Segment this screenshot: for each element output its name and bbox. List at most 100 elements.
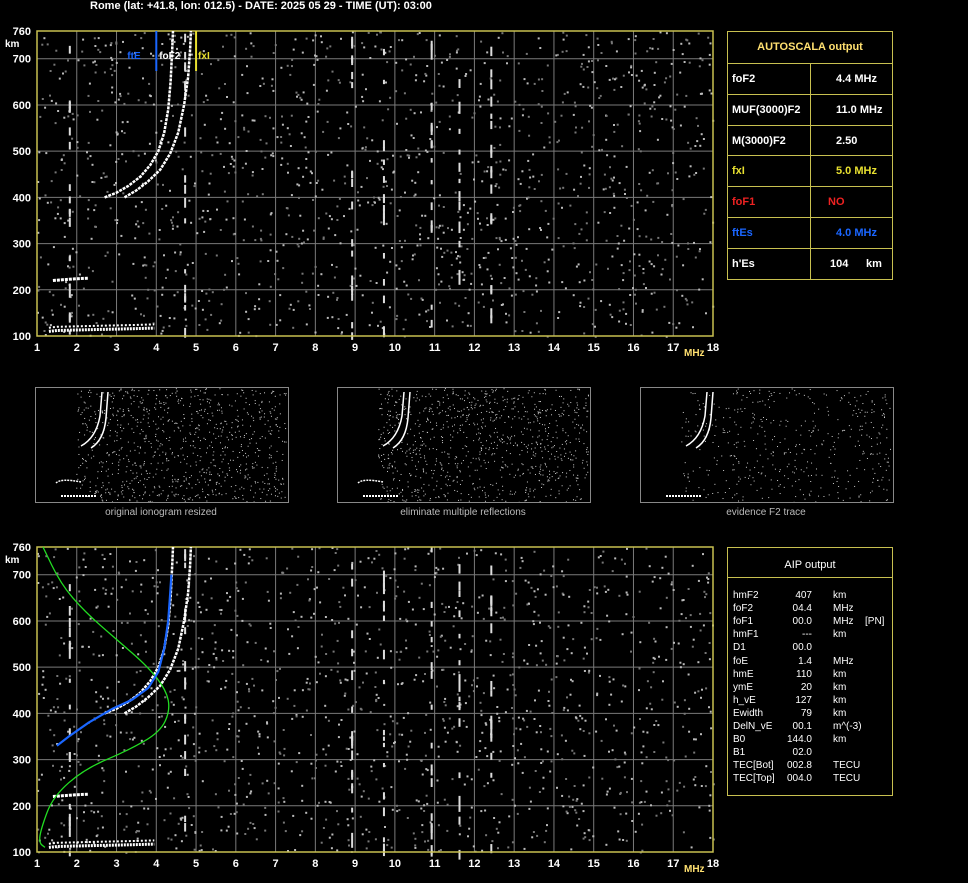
aip-row-key: hmE (733, 668, 754, 680)
y-tick-label: 300 (13, 239, 31, 251)
aip-row-key: hmF1 (733, 629, 759, 641)
aip-row-value: 04.4 (792, 603, 812, 615)
aip-row-value: 004.0 (786, 773, 812, 785)
autoscala-row-value: 5.0 MHz (836, 165, 877, 178)
x-tick-label: 10 (389, 858, 401, 870)
x-tick-label: 13 (508, 858, 520, 870)
thumbnail-ionogram (337, 387, 591, 503)
y-tick-label: 500 (13, 146, 31, 158)
thumbnail-caption: eliminate multiple reflections (400, 507, 526, 518)
aip-row-key: TEC[Bot] (733, 760, 774, 772)
trace-e-layer (48, 842, 155, 849)
aip-row-value: 02.0 (792, 747, 812, 759)
aip-row-value: 1.4 (798, 655, 812, 667)
x-tick-label: 15 (588, 858, 600, 870)
x-tick-label: 3 (113, 342, 119, 354)
autoscala-row-unit: km (866, 257, 882, 270)
autoscala-row-label: ftEs (732, 227, 753, 239)
aip-row-key: foF1 (733, 616, 754, 628)
aip-row-key: TEC[Top] (733, 773, 775, 785)
thumbnail-ionogram (35, 387, 289, 503)
aip-row-value: 407 (795, 590, 812, 601)
aip-row-value: 79 (800, 707, 812, 719)
x-tick-label: 1 (34, 342, 40, 354)
aip-row-value: 144.0 (786, 734, 812, 746)
x-tick-label: 7 (273, 342, 279, 354)
x-tick-label: 4 (153, 342, 160, 354)
y-tick-label: 100 (13, 331, 31, 343)
trace-o-f2 (104, 546, 175, 715)
x-tick-label: 10 (389, 342, 401, 354)
x-tick-label: 2 (74, 342, 80, 354)
x-axis-label: MHz (684, 864, 705, 875)
ionogram-autoscala-chart: 1 2 3 4 5 6 7 8 9 10 11 12 13 14 15 16 17 181002003004005… (5, 26, 719, 359)
x-tick-label: 17 (667, 342, 679, 354)
x-tick-label: 12 (468, 858, 480, 870)
aip-row-extra: [PN] (865, 616, 885, 628)
x-tick-label: 8 (312, 342, 318, 354)
y-axis-label: km (5, 39, 20, 50)
y-tick-label: 200 (13, 285, 31, 297)
y-tick-label: 760 (13, 26, 31, 38)
autoscala-title: AUTOSCALA output (757, 41, 863, 53)
aip-row-unit: km (833, 694, 847, 706)
aip-row-key: h_vE (733, 694, 756, 706)
y-tick-label: 600 (13, 100, 31, 112)
aip-row-value: 127 (795, 694, 812, 706)
x-tick-label: 8 (312, 858, 318, 870)
aip-row-key: hmF2 (733, 590, 759, 601)
x-tick-label: 7 (273, 858, 279, 870)
autoscala-row-value: 4.0 MHz (836, 227, 877, 239)
autoscala-row-value: 104 (830, 257, 849, 270)
aip-row-unit: km (833, 734, 847, 746)
aip-row-unit: km (833, 629, 847, 641)
aip-row-unit: TECU (833, 760, 861, 772)
noise-points (37, 31, 715, 340)
y-tick-label: 300 (13, 755, 31, 767)
x-tick-label: 18 (707, 858, 719, 870)
aip-row-unit: km (833, 707, 847, 719)
aip-row-value: 00.1 (792, 721, 812, 732)
aip-row-unit: MHz (833, 616, 854, 628)
y-tick-label: 600 (13, 616, 31, 628)
aip-row-key: foE (733, 655, 749, 667)
aip-row-unit: MHz (833, 655, 854, 667)
y-axis-label: km (5, 555, 20, 566)
autoscala-row-value: 11.0 MHz (836, 103, 883, 116)
header-title: Rome (lat: +41.8, lon: 012.5) - DATE: 20… (90, 0, 432, 12)
x-tick-label: 11 (429, 858, 441, 870)
x-tick-label: 15 (588, 342, 600, 354)
x-tick-label: 5 (193, 858, 199, 870)
trace-x-f2 (123, 546, 193, 715)
thumbnail-ionogram (640, 387, 894, 503)
aip-row-unit: km (833, 590, 847, 601)
marker-label: fxI (198, 51, 210, 62)
x-tick-label: 16 (627, 342, 639, 354)
autoscala-row-value: 2.50 (836, 134, 858, 147)
x-tick-label: 11 (429, 342, 441, 354)
autoscala-row-label: M(3000)F2 (732, 134, 786, 147)
x-tick-label: 2 (74, 858, 80, 870)
autoscala-row-value: 4.4 MHz (836, 73, 877, 85)
aip-row-key: D1 (733, 642, 746, 654)
x-tick-label: 4 (153, 858, 160, 870)
x-tick-label: 3 (113, 858, 119, 870)
trace-es-second (52, 276, 89, 282)
x-tick-label: 18 (707, 342, 719, 354)
aip-row-unit: m^(-3) (833, 721, 862, 732)
aip-row-key: ymE (733, 681, 753, 693)
autoscala-row-value: NO (828, 196, 845, 209)
x-tick-label: 14 (548, 858, 561, 870)
trace-e-layer (48, 326, 155, 333)
x-tick-label: 5 (193, 342, 199, 354)
aip-row-unit: MHz (833, 603, 854, 615)
x-tick-label: 16 (627, 858, 639, 870)
autoscala-row-label: foF2 (732, 73, 756, 85)
autoscala-row-label: foF1 (732, 196, 756, 209)
x-tick-label: 6 (233, 858, 239, 870)
aip-title: AIP output (784, 559, 836, 571)
x-tick-label: 9 (352, 858, 358, 870)
aip-row-key: DelN_vE (733, 721, 773, 732)
aip-row-key: B1 (733, 747, 746, 759)
x-tick-label: 17 (667, 858, 679, 870)
